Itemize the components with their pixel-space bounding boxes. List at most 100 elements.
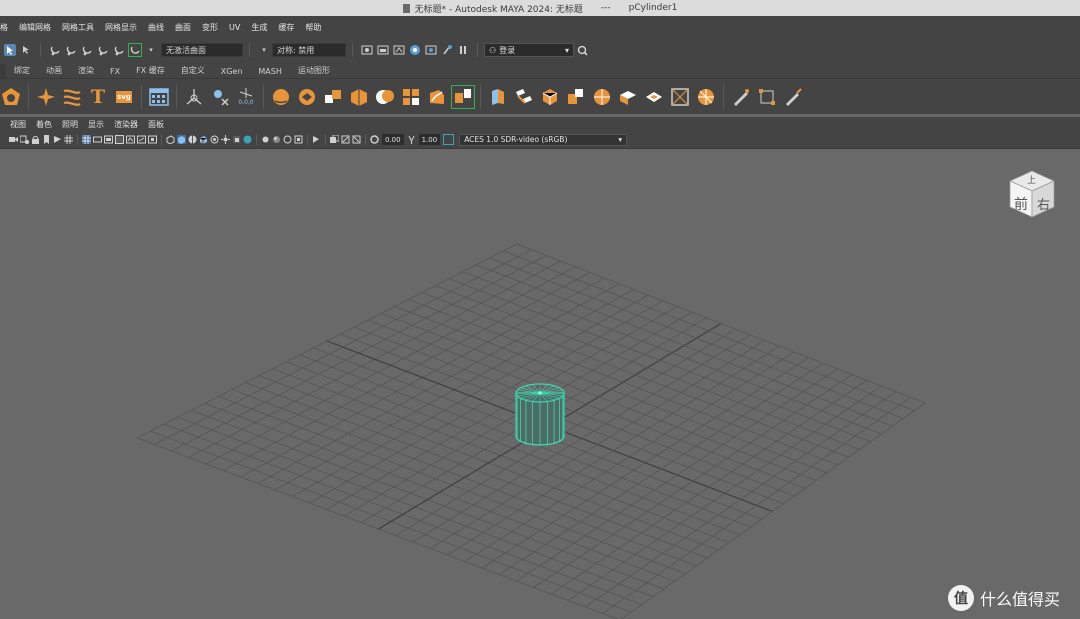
camera-lock-icon[interactable] bbox=[31, 135, 40, 144]
camera-icon[interactable] bbox=[9, 135, 18, 144]
plane-orbit-icon[interactable] bbox=[296, 86, 318, 108]
wireframe-on-shaded-icon[interactable] bbox=[188, 135, 197, 144]
grid-icon[interactable] bbox=[82, 135, 91, 144]
target-weld-icon[interactable] bbox=[617, 86, 639, 108]
bookmark-icon[interactable] bbox=[42, 135, 51, 144]
exposure-icon[interactable] bbox=[370, 135, 379, 144]
panel-menu-show[interactable]: 显示 bbox=[88, 119, 104, 130]
tab-fx[interactable]: FX bbox=[102, 67, 128, 78]
use-all-lights-icon[interactable] bbox=[210, 135, 219, 144]
viewport-3d[interactable]: 上 前 右 值 什么值得买 bbox=[0, 149, 1080, 619]
extrude-icon[interactable] bbox=[487, 86, 509, 108]
snap-view-plane-icon[interactable] bbox=[97, 44, 109, 56]
gamma-field[interactable]: 1.00 bbox=[418, 134, 441, 145]
render-view-icon[interactable] bbox=[425, 44, 437, 56]
cylinder-mesh[interactable] bbox=[515, 383, 565, 446]
snap-point-icon[interactable] bbox=[81, 44, 93, 56]
render-settings-icon[interactable] bbox=[393, 44, 405, 56]
calendar-grid-icon[interactable] bbox=[148, 86, 170, 108]
ipr-render-icon[interactable] bbox=[377, 44, 389, 56]
bevel-icon[interactable] bbox=[539, 86, 561, 108]
snap-surface-icon[interactable] bbox=[113, 44, 125, 56]
mirror-icon[interactable] bbox=[451, 84, 475, 109]
view-cube[interactable]: 上 前 右 bbox=[1006, 169, 1058, 221]
film-gate-icon[interactable] bbox=[93, 135, 102, 144]
color-management-icon[interactable] bbox=[443, 134, 455, 145]
menu-item-curves[interactable]: 曲线 bbox=[148, 22, 164, 33]
shadows-icon[interactable] bbox=[232, 135, 241, 144]
append-polygon-icon[interactable] bbox=[565, 86, 587, 108]
grid-toggle-icon[interactable] bbox=[64, 135, 73, 144]
tab-fx-caching[interactable]: FX 缓存 bbox=[128, 65, 173, 78]
menu-item-deform[interactable]: 变形 bbox=[202, 22, 218, 33]
isolate-select-icon[interactable] bbox=[261, 135, 270, 144]
menu-item-mesh-tools[interactable]: 网格工具 bbox=[62, 22, 94, 33]
menu-item-mesh-display[interactable]: 网格显示 bbox=[105, 22, 137, 33]
two-sided-lighting-icon[interactable] bbox=[312, 135, 321, 144]
smooth-shade-icon[interactable] bbox=[177, 135, 186, 144]
panel-menu-shading[interactable]: 着色 bbox=[36, 119, 52, 130]
tab-rigging[interactable]: 绑定 bbox=[6, 65, 38, 78]
sphere-rotate-icon[interactable] bbox=[270, 86, 292, 108]
hypershade-icon[interactable] bbox=[409, 44, 421, 56]
menu-item-uv[interactable]: UV bbox=[229, 23, 240, 32]
viewcube-right-label[interactable]: 右 bbox=[1037, 194, 1050, 213]
live-surface-field[interactable]: 无激活曲面 bbox=[161, 43, 243, 57]
gate-mask-icon[interactable] bbox=[115, 135, 124, 144]
wireframe-cube-icon[interactable] bbox=[166, 135, 175, 145]
menu-item-edit-mesh[interactable]: 编辑网格 bbox=[19, 22, 51, 33]
delete-constraint-icon[interactable] bbox=[209, 86, 231, 108]
quad-cubes-icon[interactable] bbox=[400, 86, 422, 108]
safe-title-icon[interactable] bbox=[148, 135, 157, 144]
merge-icon[interactable] bbox=[643, 86, 665, 108]
menu-item-cache[interactable]: 缓存 bbox=[278, 22, 294, 33]
safe-action-icon[interactable] bbox=[137, 135, 146, 144]
sparkle-icon[interactable] bbox=[35, 86, 57, 108]
render-frame-icon[interactable] bbox=[361, 44, 373, 56]
bridge-icon[interactable] bbox=[513, 86, 535, 108]
tab-mash[interactable]: MASH bbox=[250, 67, 289, 78]
light-editor-icon[interactable] bbox=[441, 44, 453, 56]
resolution-gate-icon[interactable] bbox=[104, 135, 113, 144]
select-tool-icon[interactable] bbox=[4, 44, 16, 56]
boolean-icon[interactable] bbox=[374, 86, 396, 108]
search-icon[interactable] bbox=[576, 44, 588, 56]
anti-aliasing-icon[interactable] bbox=[352, 135, 361, 144]
xray-icon[interactable] bbox=[272, 135, 281, 144]
text-tool-icon[interactable]: T bbox=[87, 86, 109, 108]
field-chart-icon[interactable] bbox=[126, 135, 135, 144]
panel-menu-renderer[interactable]: 渲染器 bbox=[114, 119, 138, 130]
panel-menu-view[interactable]: 视图 bbox=[10, 119, 26, 130]
menu-item-help[interactable]: 帮助 bbox=[305, 22, 321, 33]
locator-icon[interactable] bbox=[183, 86, 205, 108]
xray-joints-icon[interactable] bbox=[283, 135, 292, 144]
triangulate-icon[interactable] bbox=[695, 86, 717, 108]
tab-xgen[interactable]: XGen bbox=[213, 67, 251, 78]
combine-cubes-icon[interactable] bbox=[322, 86, 344, 108]
symmetry-field[interactable]: 对称: 禁用 bbox=[272, 43, 346, 57]
textured-icon[interactable] bbox=[199, 135, 208, 144]
multi-cut-icon[interactable] bbox=[591, 86, 613, 108]
helix-icon[interactable] bbox=[61, 86, 83, 108]
ambient-occlusion-icon[interactable] bbox=[243, 135, 252, 144]
menu-item-mesh[interactable]: 格 bbox=[0, 22, 8, 33]
camera-attributes-icon[interactable] bbox=[19, 135, 29, 144]
view-transform-dropdown[interactable]: ACES 1.0 SDR-video (sRGB) ▾ bbox=[459, 133, 628, 146]
origin-icon[interactable]: 0,0,0 bbox=[235, 86, 257, 108]
tab-animation[interactable]: 动画 bbox=[38, 65, 70, 78]
smooth-icon[interactable] bbox=[426, 86, 448, 108]
panel-menu-panels[interactable]: 面板 bbox=[148, 119, 164, 130]
sculpt-brush-icon[interactable] bbox=[782, 86, 804, 108]
viewcube-top-label[interactable]: 上 bbox=[1027, 173, 1036, 186]
pen-icon[interactable] bbox=[730, 86, 752, 108]
exposure-field[interactable]: 0.00 bbox=[382, 134, 404, 145]
tab-custom[interactable]: 自定义 bbox=[173, 65, 213, 78]
bounding-box-icon[interactable] bbox=[756, 86, 778, 108]
separate-cubes-icon[interactable] bbox=[348, 86, 370, 108]
snap-curve-icon[interactable] bbox=[65, 44, 77, 56]
menu-item-generate[interactable]: 生成 bbox=[251, 22, 267, 33]
chevron-down-icon[interactable]: ▾ bbox=[145, 44, 157, 56]
light-icon[interactable] bbox=[221, 135, 230, 144]
sun-polygon-icon[interactable] bbox=[0, 86, 22, 108]
motion-blur-icon[interactable] bbox=[341, 135, 350, 144]
